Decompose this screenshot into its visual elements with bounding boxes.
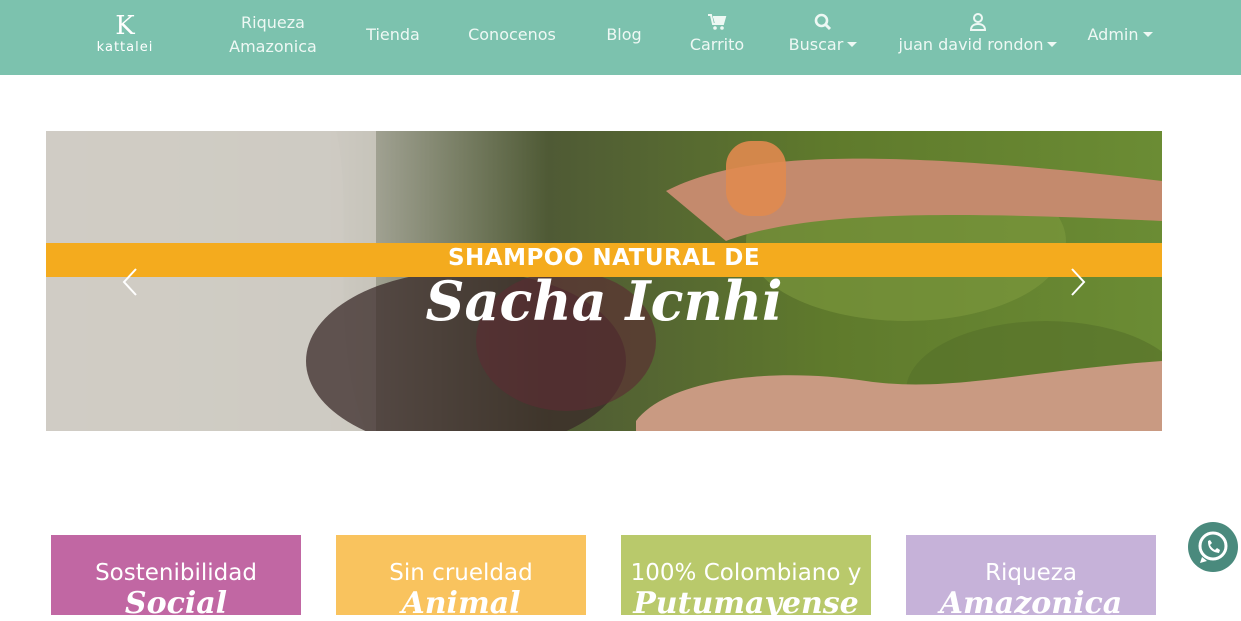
feature-card-title: 100% Colombiano y <box>630 560 862 586</box>
chevron-right-icon[interactable] <box>1068 267 1088 297</box>
feature-card-subtitle: Amazonica <box>939 586 1123 621</box>
nav-buscar-label: Buscar <box>788 35 844 54</box>
feature-card-riqueza[interactable]: Riqueza Amazonica <box>906 535 1156 621</box>
feature-card-sostenibilidad[interactable]: Sostenibilidad Social <box>51 535 301 621</box>
chevron-down-icon <box>1047 42 1058 47</box>
feature-card-subtitle: Animal <box>401 586 521 621</box>
user-icon <box>969 13 987 31</box>
nav-blog[interactable]: Blog <box>597 23 651 47</box>
nav-buscar[interactable]: Buscar <box>780 11 866 57</box>
nav-admin-menu[interactable]: Admin <box>1080 23 1160 47</box>
feature-card-sin-crueldad[interactable]: Sin crueldad Animal <box>336 535 586 621</box>
logo-wordmark: kattalei <box>96 40 154 55</box>
whatsapp-icon <box>1198 531 1228 563</box>
nav-user-menu[interactable]: juan david rondon <box>890 11 1066 57</box>
chevron-down-icon <box>1142 32 1153 37</box>
nav-riqueza-amazonica[interactable]: Riqueza Amazonica <box>222 11 324 59</box>
feature-card-title: Riqueza <box>985 560 1077 586</box>
nav-tienda[interactable]: Tienda <box>356 23 430 47</box>
hero-carousel[interactable]: SHAMPOO NATURAL DE Sacha Icnhi <box>46 131 1162 431</box>
feature-card-colombiano[interactable]: 100% Colombiano y Putumayense <box>621 535 871 621</box>
chevron-left-icon[interactable] <box>120 267 140 297</box>
nav-carrito-label: Carrito <box>689 35 745 54</box>
chevron-down-icon <box>847 42 858 47</box>
feature-card-subtitle: Putumayense <box>633 586 859 621</box>
nav-carrito[interactable]: Carrito <box>682 11 752 57</box>
navbar: K kattalei Riqueza Amazonica Tienda Cono… <box>0 0 1241 75</box>
banner-product-name: Sacha Icnhi <box>425 269 783 333</box>
feature-card-title: Sin crueldad <box>389 560 533 586</box>
nav-admin-label: Admin <box>1087 25 1139 44</box>
nav-conocenos[interactable]: Conocenos <box>462 23 562 47</box>
nav-user-label: juan david rondon <box>898 35 1044 54</box>
brand-logo[interactable]: K kattalei <box>93 11 157 61</box>
whatsapp-button[interactable] <box>1188 522 1238 572</box>
feature-card-title: Sostenibilidad <box>95 560 257 586</box>
search-icon <box>814 13 832 31</box>
cart-icon <box>708 14 727 30</box>
banner-headline: SHAMPOO NATURAL DE <box>447 245 761 271</box>
logo-mark: K <box>115 11 135 41</box>
feature-card-subtitle: Social <box>124 586 228 621</box>
